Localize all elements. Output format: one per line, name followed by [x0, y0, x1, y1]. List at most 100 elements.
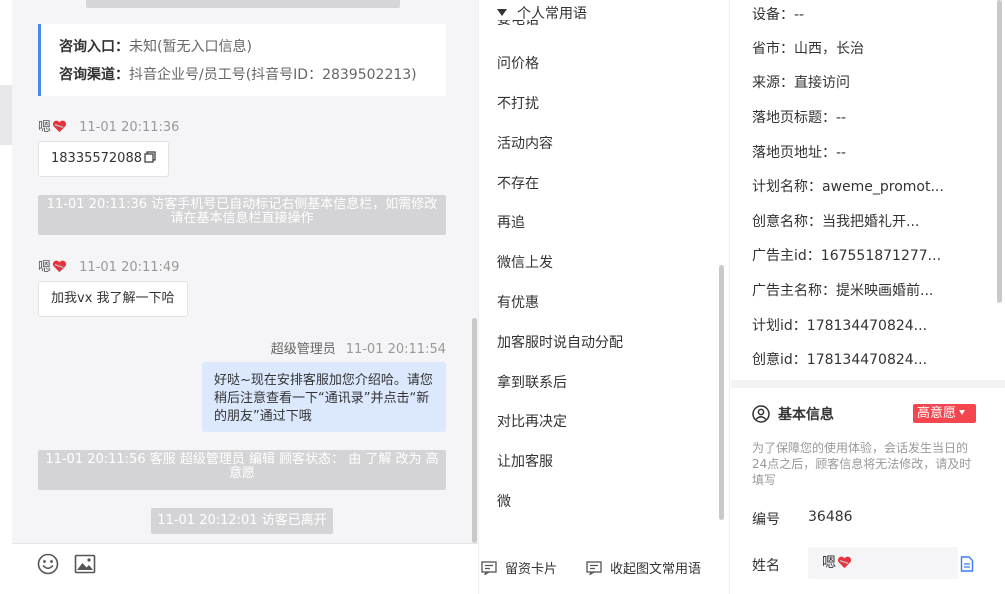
phrase-item[interactable]: 问价格 [497, 53, 539, 73]
name-label: 姓名 [752, 558, 780, 574]
channel-label: 咨询渠道： [59, 67, 129, 83]
sender-name: 超级管理员 [270, 342, 336, 357]
image-icon[interactable] [73, 552, 97, 576]
info-row-landing-url: 落地页地址：-- [752, 142, 846, 162]
message-header: 嗯 11-01 20:11:49 [38, 256, 179, 275]
emoji-icon[interactable] [36, 552, 60, 576]
person-circle-icon [752, 405, 770, 423]
channel-value: 抖音企业号/员工号(抖音号ID：2839502213) [129, 67, 417, 83]
info-value: -- [794, 7, 805, 23]
chat-panel: 咨询入口：未知(暂无入口信息) 咨询渠道：抖音企业号/员工号(抖音号ID：283… [12, 0, 478, 543]
phrase-item[interactable]: 拿到联系后 [497, 372, 567, 392]
info-value: 直接访问 [794, 75, 850, 91]
phrase-group-title: 个人常用语 [517, 6, 587, 22]
entry-value: 未知(暂无入口信息) [129, 39, 252, 55]
system-message-truncated [86, 0, 400, 8]
info-row-device: 设备：-- [752, 4, 804, 24]
info-label: 来源： [752, 75, 794, 91]
lead-card-label: 留资卡片 [505, 562, 558, 577]
heart-emoji-icon [52, 120, 67, 133]
my-message-bubble: 好哒~现在安排客服加您介绍哈。请您稍后注意查看一下“通讯录”并点击“新的朋友”通… [202, 362, 446, 432]
phrase-item[interactable]: 活动内容 [497, 133, 553, 153]
info-row-plan-id: 计划id：178134470824... [752, 315, 927, 335]
message-bubble: 加我vx 我了解一下哈 [38, 281, 188, 317]
chevron-down-icon [959, 410, 966, 415]
info-label: 广告主名称： [752, 283, 836, 299]
info-row-landing-title: 落地页标题：-- [752, 107, 846, 127]
basic-info-title: 基本信息 [752, 404, 834, 424]
info-value: -- [836, 145, 847, 161]
visitor-info-panel: 设备：-- 省市：山西，长治 来源：直接访问 落地页标题：-- 落地页地址：--… [731, 0, 1005, 594]
message-text: 加我vx 我了解一下哈 [51, 291, 175, 306]
info-label: 设备： [752, 7, 794, 23]
message-header: 超级管理员 11-01 20:11:54 [271, 338, 446, 357]
info-row-advertiser-id: 广告主id：167551871277... [752, 245, 941, 265]
message-bubble: 18335572088 [38, 141, 169, 177]
id-label: 编号 [752, 512, 780, 528]
id-value: 36486 [808, 509, 853, 525]
info-label: 创意id： [752, 352, 807, 368]
intent-status-dropdown[interactable]: 高意愿 [913, 404, 976, 423]
phrase-item[interactable]: 微信上发 [497, 252, 553, 272]
edit-deadline-hint: 为了保障您的使用体验，会话发生当日的24点之后，顾客信息将无法修改，请及时填写 [752, 441, 972, 487]
sender-name: 嗯 [38, 260, 52, 275]
system-text: 11-01 20:11:36 访客手机号已自动标记右侧基本信息栏，如需修改请在基… [46, 197, 438, 226]
lead-card-button[interactable]: 留资卡片 [481, 558, 557, 577]
consult-info-card: 咨询入口：未知(暂无入口信息) 咨询渠道：抖音企业号/员工号(抖音号ID：283… [38, 24, 446, 96]
chat-scrollbar[interactable] [472, 318, 477, 543]
info-row-creative-id: 创意id：178134470824... [752, 349, 927, 369]
document-icon[interactable] [960, 556, 974, 572]
caret-down-icon [497, 9, 507, 16]
info-value: 167551871277... [820, 248, 942, 264]
left-edge-strip [0, 85, 12, 145]
info-scrollbar[interactable] [997, 0, 1002, 303]
info-value: 山西，长治 [794, 41, 864, 57]
system-message: 11-01 20:12:01 访客已离开 [151, 508, 333, 534]
info-label: 省市： [752, 41, 794, 57]
message-time: 11-01 20:11:36 [79, 120, 180, 135]
entry-label: 咨询入口： [59, 39, 129, 55]
copy-icon[interactable] [144, 151, 156, 163]
intent-status-label: 高意愿 [917, 406, 957, 421]
info-value: 提米映画婚前... [836, 283, 934, 299]
phrase-item[interactable]: 加客服时说自动分配 [497, 332, 623, 352]
section-divider [731, 380, 1005, 388]
info-row-source: 来源：直接访问 [752, 72, 850, 92]
system-message: 11-01 20:11:36 访客手机号已自动标记右侧基本信息栏，如需修改请在基… [38, 195, 446, 235]
info-value: 178134470824... [806, 352, 928, 368]
collapse-phrases-label: 收起图文常用语 [610, 562, 702, 577]
system-message: 11-01 20:11:56 客服 超级管理员 编辑 顾客状态： 由 了解 改为… [38, 450, 446, 490]
system-text: 11-01 20:11:56 客服 超级管理员 编辑 顾客状态： 由 了解 改为… [45, 452, 439, 481]
info-value: -- [836, 110, 847, 126]
info-row-region: 省市：山西，长治 [752, 38, 864, 58]
phrases-scrollbar[interactable] [719, 265, 724, 520]
info-value: 178134470824... [806, 318, 928, 334]
collapse-phrases-button[interactable]: 收起图文常用语 [586, 558, 701, 577]
phrase-item[interactable]: 不存在 [497, 173, 539, 193]
app-root: 咨询入口：未知(暂无入口信息) 咨询渠道：抖音企业号/员工号(抖音号ID：283… [0, 0, 1005, 594]
card-icon [481, 561, 497, 575]
info-row-advertiser-name: 广告主名称：提米映画婚前... [752, 280, 933, 300]
info-value: aweme_promot... [822, 179, 944, 195]
name-field[interactable]: 嗯 [808, 547, 958, 579]
phrase-item[interactable]: 不打扰 [497, 93, 539, 113]
info-label: 创意名称： [752, 214, 822, 230]
info-label: 落地页地址： [752, 145, 836, 161]
info-label: 计划id： [752, 318, 807, 334]
phrase-item[interactable]: 有优惠 [497, 292, 539, 312]
info-label: 落地页标题： [752, 110, 836, 126]
common-phrases-panel: 要电话 个人常用语 问价格 不打扰 活动内容 不存在 再追 微信上发 有优惠 加… [478, 0, 730, 594]
phrase-item[interactable]: 微 [497, 491, 511, 511]
phrase-item[interactable]: 再追 [497, 212, 525, 232]
heart-emoji-icon [52, 260, 67, 273]
phrase-item[interactable]: 对比再决定 [497, 411, 567, 431]
message-time: 11-01 20:11:49 [79, 260, 180, 275]
phrase-item[interactable]: 让加客服 [497, 451, 553, 471]
name-value: 嗯 [822, 555, 836, 571]
message-icon [586, 561, 602, 575]
info-value: 当我把婚礼开... [822, 214, 920, 230]
system-text: 11-01 20:12:01 访客已离开 [157, 513, 327, 528]
sender-name: 嗯 [38, 120, 52, 135]
message-header: 嗯 11-01 20:11:36 [38, 116, 179, 135]
phrase-group-header[interactable]: 个人常用语 [497, 3, 587, 23]
